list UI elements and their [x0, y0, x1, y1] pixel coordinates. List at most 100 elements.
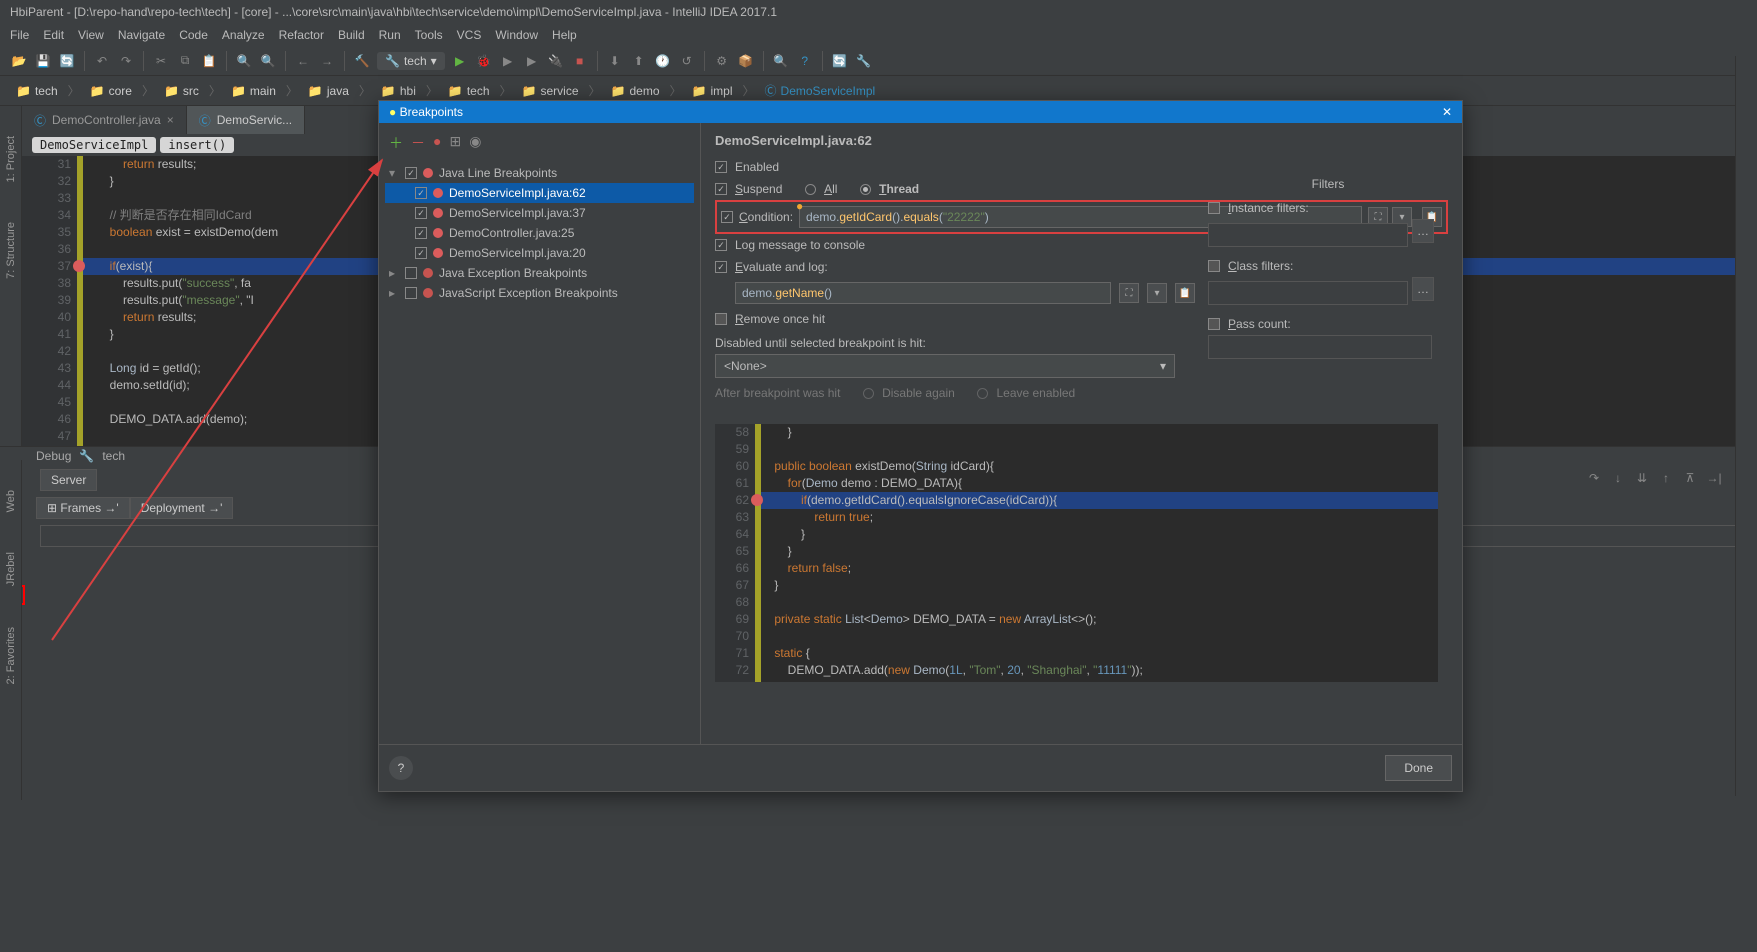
- bp-group-js-ex[interactable]: ▸ JavaScript Exception Breakpoints: [385, 283, 694, 303]
- instance-filter-checkbox[interactable]: [1208, 202, 1220, 214]
- menu-tools[interactable]: Tools: [415, 28, 443, 42]
- menu-view[interactable]: View: [78, 28, 104, 42]
- tab-demoservice[interactable]: ⒸDemoServic...: [187, 106, 305, 134]
- bp-item-37[interactable]: ✓DemoServiceImpl.java:37: [385, 203, 694, 223]
- menu-code[interactable]: Code: [179, 28, 208, 42]
- group-by-icon[interactable]: ⊞: [449, 133, 461, 153]
- menu-help[interactable]: Help: [552, 28, 577, 42]
- step-out-icon[interactable]: ↑: [1657, 469, 1675, 487]
- pass-count-checkbox[interactable]: [1208, 318, 1220, 330]
- menu-window[interactable]: Window: [495, 28, 538, 42]
- drop-frame-icon[interactable]: ⊼: [1681, 469, 1699, 487]
- profile-icon[interactable]: ▶: [523, 52, 541, 70]
- build-icon[interactable]: 🔨: [353, 52, 371, 70]
- tool-jrebel[interactable]: JRebel: [5, 552, 17, 586]
- vcs-revert-icon[interactable]: ↺: [678, 52, 696, 70]
- menu-analyze[interactable]: Analyze: [222, 28, 265, 42]
- bp-group-java-ex[interactable]: ▸ Java Exception Breakpoints: [385, 263, 694, 283]
- suspend-checkbox[interactable]: ✓: [715, 183, 727, 195]
- bc-java[interactable]: 📁java: [302, 82, 355, 100]
- radio-all[interactable]: [805, 184, 816, 195]
- xrebel-icon[interactable]: 🔧: [855, 52, 873, 70]
- bp-group-java-line[interactable]: ▾✓ Java Line Breakpoints: [385, 163, 694, 183]
- tool-project[interactable]: 1: Project: [5, 136, 17, 182]
- sdk-icon[interactable]: 📦: [737, 52, 755, 70]
- project-structure-icon[interactable]: ⚙: [713, 52, 731, 70]
- bc-class[interactable]: Ⓒ DemoServiceImpl: [759, 80, 882, 101]
- paste-icon[interactable]: 📋: [200, 52, 218, 70]
- crumb-class[interactable]: DemoServiceImpl: [32, 137, 156, 153]
- instance-filter-browse[interactable]: …: [1412, 219, 1434, 243]
- instance-filter-input[interactable]: [1208, 223, 1408, 247]
- eval-checkbox[interactable]: ✓: [715, 261, 727, 273]
- open-icon[interactable]: 📂: [10, 52, 28, 70]
- eval-dropdown-icon[interactable]: ▾: [1147, 283, 1167, 303]
- bp-item-20[interactable]: ✓DemoServiceImpl.java:20: [385, 243, 694, 263]
- class-filter-input[interactable]: [1208, 281, 1408, 305]
- remove-once-checkbox[interactable]: [715, 313, 727, 325]
- disabled-until-select[interactable]: <None>▾: [715, 354, 1175, 378]
- replace-icon[interactable]: 🔍: [259, 52, 277, 70]
- bc-demo[interactable]: 📁demo: [605, 82, 666, 100]
- undo-icon[interactable]: ↶: [93, 52, 111, 70]
- bc-service[interactable]: 📁service: [516, 82, 585, 100]
- save-icon[interactable]: 💾: [34, 52, 52, 70]
- tab-democontroller[interactable]: ⒸDemoController.java×: [22, 106, 187, 134]
- tab-frames[interactable]: ⊞ Frames →': [36, 497, 130, 519]
- vcs-history-icon[interactable]: 🕐: [654, 52, 672, 70]
- menu-file[interactable]: File: [10, 28, 29, 42]
- vcs-update-icon[interactable]: ⬇: [606, 52, 624, 70]
- attach-icon[interactable]: 🔌: [547, 52, 565, 70]
- cut-icon[interactable]: ✂: [152, 52, 170, 70]
- bc-tech2[interactable]: 📁tech: [442, 82, 496, 100]
- run-icon[interactable]: ▶: [451, 52, 469, 70]
- bc-src[interactable]: 📁src: [158, 82, 205, 100]
- step-over-icon[interactable]: ↷: [1585, 469, 1603, 487]
- group-by2-icon[interactable]: ◉: [469, 133, 481, 153]
- coverage-icon[interactable]: ▶: [499, 52, 517, 70]
- breakpoint-code-preview[interactable]: 585960616263646566676869707172 } public …: [715, 424, 1448, 682]
- add-bp-icon[interactable]: ＋: [389, 133, 403, 153]
- menu-vcs[interactable]: VCS: [457, 28, 482, 42]
- stop-icon[interactable]: ■: [571, 52, 589, 70]
- menu-navigate[interactable]: Navigate: [118, 28, 165, 42]
- tab-deployment[interactable]: Deployment →': [130, 497, 234, 519]
- bc-core[interactable]: 📁core: [84, 82, 138, 100]
- help-button[interactable]: ?: [389, 756, 413, 780]
- jrebel-icon[interactable]: 🔄: [831, 52, 849, 70]
- bc-tech[interactable]: 📁tech: [10, 82, 64, 100]
- bp-item-25[interactable]: ✓DemoController.java:25: [385, 223, 694, 243]
- class-filter-browse[interactable]: …: [1412, 277, 1434, 301]
- condition-checkbox[interactable]: ✓: [721, 211, 733, 223]
- forward-icon[interactable]: →: [318, 52, 336, 70]
- class-filter-checkbox[interactable]: [1208, 260, 1220, 272]
- run-to-cursor-icon[interactable]: →|: [1705, 469, 1723, 487]
- pass-count-input[interactable]: [1208, 335, 1432, 359]
- bp-dot-icon[interactable]: ●: [433, 133, 441, 153]
- sync-icon[interactable]: 🔄: [58, 52, 76, 70]
- eval-history-icon[interactable]: 📋: [1175, 283, 1195, 303]
- back-icon[interactable]: ←: [294, 52, 312, 70]
- menu-edit[interactable]: Edit: [43, 28, 64, 42]
- done-button[interactable]: Done: [1385, 755, 1452, 781]
- remove-bp-icon[interactable]: －: [411, 133, 425, 153]
- radio-thread[interactable]: [860, 184, 871, 195]
- vcs-commit-icon[interactable]: ⬆: [630, 52, 648, 70]
- enabled-checkbox[interactable]: ✓: [715, 161, 727, 173]
- help-icon[interactable]: ?: [796, 52, 814, 70]
- bc-impl[interactable]: 📁impl: [686, 82, 739, 100]
- tool-favorites[interactable]: 2: Favorites: [5, 627, 17, 684]
- bc-main[interactable]: 📁main: [225, 82, 282, 100]
- step-into-icon[interactable]: ↓: [1609, 469, 1627, 487]
- copy-icon[interactable]: ⧉: [176, 52, 194, 70]
- debug-icon[interactable]: 🐞: [475, 52, 493, 70]
- close-dialog-icon[interactable]: ✕: [1442, 105, 1452, 119]
- log-checkbox[interactable]: ✓: [715, 239, 727, 251]
- find-icon[interactable]: 🔍: [235, 52, 253, 70]
- search-everywhere-icon[interactable]: 🔍: [772, 52, 790, 70]
- close-icon[interactable]: ×: [167, 113, 174, 127]
- eval-input[interactable]: demo.getName(): [735, 282, 1111, 304]
- force-step-into-icon[interactable]: ⇊: [1633, 469, 1651, 487]
- dialog-title-bar[interactable]: ● Breakpoints ✕: [379, 101, 1462, 123]
- bp-item-62[interactable]: ✓DemoServiceImpl.java:62: [385, 183, 694, 203]
